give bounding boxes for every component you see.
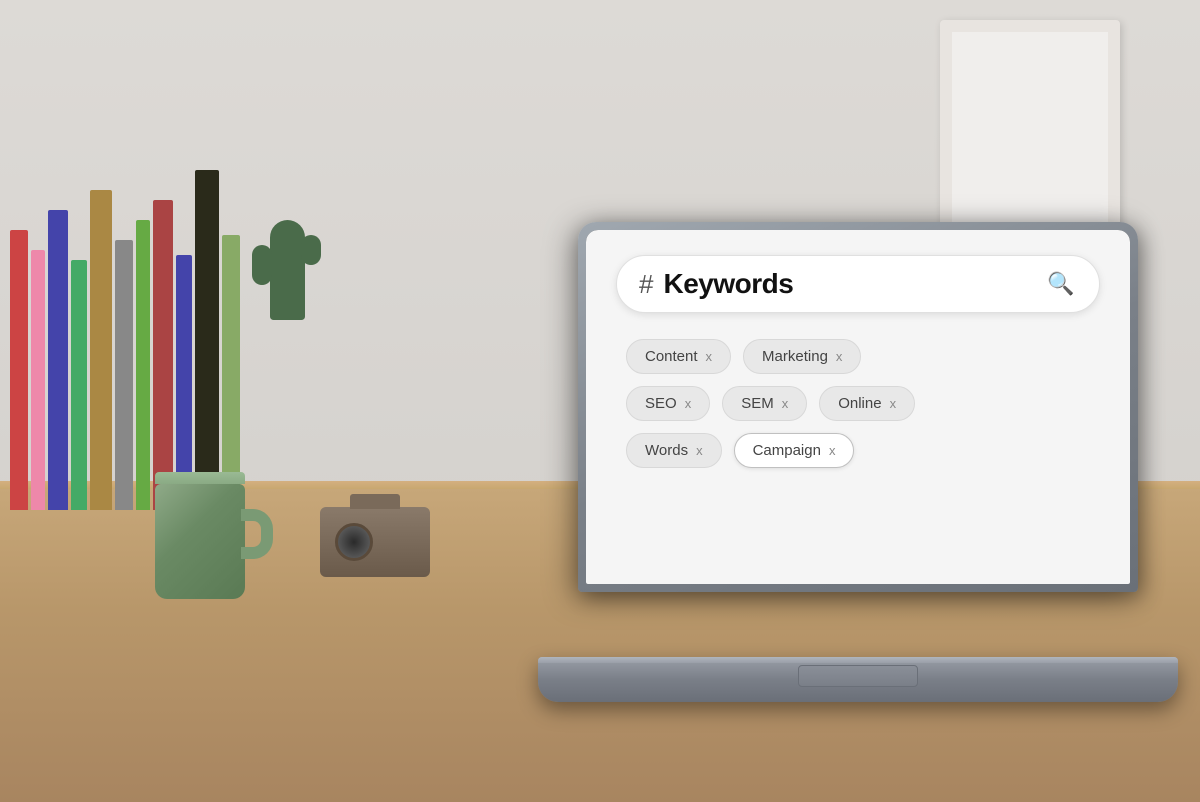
tag-words-remove[interactable]: x bbox=[696, 443, 703, 458]
tags-row-2: SEO x SEM x Online x bbox=[626, 386, 1090, 421]
cactus-arm-left bbox=[252, 245, 272, 285]
search-bar[interactable]: # Keywords 🔍 bbox=[616, 255, 1100, 313]
hash-icon: # bbox=[639, 271, 653, 297]
tag-sem-label: SEM bbox=[741, 395, 774, 412]
cactus-arm-right bbox=[301, 235, 321, 265]
camera-decoration bbox=[320, 507, 430, 587]
laptop-base bbox=[538, 657, 1178, 702]
scene: # Keywords 🔍 Content x bbox=[0, 0, 1200, 802]
tag-content-label: Content bbox=[645, 348, 698, 365]
tag-sem-remove[interactable]: x bbox=[782, 396, 789, 411]
tag-online-remove[interactable]: x bbox=[890, 396, 897, 411]
mug-handle bbox=[241, 509, 273, 559]
tag-seo[interactable]: SEO x bbox=[626, 386, 710, 421]
laptop-trackpad[interactable] bbox=[798, 665, 918, 687]
tag-campaign-label: Campaign bbox=[753, 442, 821, 459]
book-2 bbox=[31, 250, 45, 510]
books-decoration bbox=[0, 80, 220, 510]
picture-frame bbox=[940, 20, 1120, 240]
tag-campaign-remove[interactable]: x bbox=[829, 443, 836, 458]
tag-content-remove[interactable]: x bbox=[706, 349, 713, 364]
book-1 bbox=[10, 230, 28, 510]
search-input-value[interactable]: Keywords bbox=[663, 268, 1035, 300]
tag-campaign[interactable]: Campaign x bbox=[734, 433, 855, 468]
tag-seo-label: SEO bbox=[645, 395, 677, 412]
book-7 bbox=[136, 220, 150, 510]
tag-marketing-label: Marketing bbox=[762, 348, 828, 365]
tag-marketing[interactable]: Marketing x bbox=[743, 339, 861, 374]
tag-words-label: Words bbox=[645, 442, 688, 459]
laptop-bezel: # Keywords 🔍 Content x bbox=[586, 230, 1130, 584]
camera-body bbox=[320, 507, 430, 577]
book-4 bbox=[71, 260, 87, 510]
book-11 bbox=[222, 235, 240, 510]
laptop-screen: # Keywords 🔍 Content x bbox=[586, 230, 1130, 584]
tag-seo-remove[interactable]: x bbox=[685, 396, 692, 411]
book-8 bbox=[153, 200, 173, 510]
search-icon[interactable]: 🔍 bbox=[1045, 268, 1077, 300]
book-5 bbox=[90, 190, 112, 510]
tags-row-3: Words x Campaign x bbox=[626, 433, 1090, 468]
mug-rim bbox=[155, 472, 245, 484]
camera-lens bbox=[335, 523, 373, 561]
book-3 bbox=[48, 210, 68, 510]
book-10 bbox=[195, 170, 219, 510]
tag-online[interactable]: Online x bbox=[819, 386, 915, 421]
tag-sem[interactable]: SEM x bbox=[722, 386, 807, 421]
tag-content[interactable]: Content x bbox=[626, 339, 731, 374]
cactus-body bbox=[270, 220, 305, 320]
tag-online-label: Online bbox=[838, 395, 881, 412]
tags-area: Content x Marketing x SEO bbox=[616, 331, 1100, 476]
tag-words[interactable]: Words x bbox=[626, 433, 722, 468]
camera-top bbox=[350, 494, 400, 509]
mug-body bbox=[155, 484, 245, 599]
coffee-mug bbox=[155, 472, 255, 602]
tag-marketing-remove[interactable]: x bbox=[836, 349, 843, 364]
laptop: # Keywords 🔍 Content x bbox=[538, 222, 1158, 702]
laptop-screen-outer: # Keywords 🔍 Content x bbox=[578, 222, 1138, 592]
laptop-base-top bbox=[538, 657, 1178, 663]
tags-row-1: Content x Marketing x bbox=[626, 339, 1090, 374]
book-6 bbox=[115, 240, 133, 510]
cactus-decoration bbox=[270, 200, 305, 320]
